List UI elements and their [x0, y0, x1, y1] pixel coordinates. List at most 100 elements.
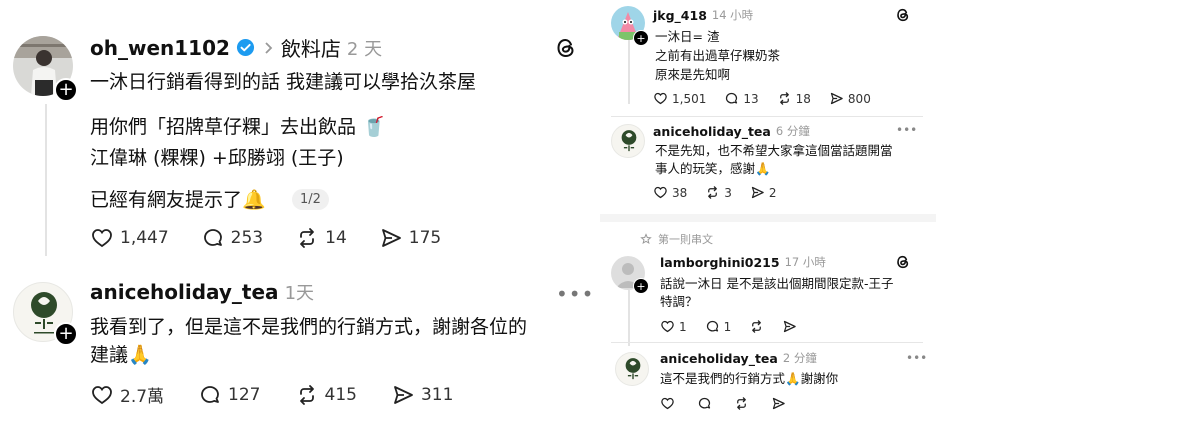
reply-header: aniceholiday_tea 1天: [90, 279, 314, 305]
threads-logo-icon[interactable]: [895, 254, 911, 270]
heart-icon: [90, 383, 114, 407]
share-count: 175: [408, 228, 442, 248]
share-button[interactable]: 800: [829, 91, 871, 106]
reply-count: 1: [723, 319, 732, 334]
reply-text-line: 建議🙏: [90, 344, 152, 366]
like-button[interactable]: [660, 396, 675, 411]
left-screenshot: + oh_wen1102 飲料店 2 天 一沐日行銷看得到的話 我建議可以學拾汣…: [0, 0, 600, 424]
post-header: jkg_418 14 小時: [653, 7, 753, 23]
reply-button[interactable]: 253: [201, 226, 263, 250]
repost-count: 415: [324, 384, 357, 405]
chevron-right-icon: [261, 41, 275, 55]
post-text-line: 一沐日行銷看得到的話 我建議可以學拾汣茶屋: [90, 71, 477, 93]
like-count: 38: [672, 185, 688, 200]
share-button[interactable]: [782, 319, 797, 334]
post-text-line: 話說一沐日 是不是該出個期間限定款-王子: [660, 276, 894, 291]
avatar[interactable]: [615, 352, 649, 386]
username[interactable]: aniceholiday_tea: [653, 124, 771, 139]
username[interactable]: jkg_418: [653, 8, 707, 23]
repost-button[interactable]: 18: [777, 91, 811, 106]
topic-tag[interactable]: 飲料店: [281, 33, 341, 62]
share-icon: [391, 383, 415, 407]
follow-plus-icon[interactable]: +: [54, 78, 78, 102]
comment-icon: [198, 383, 222, 407]
threads-logo-icon[interactable]: [554, 36, 578, 60]
thread-label-text: 第一則串文: [658, 233, 713, 246]
reply-header: aniceholiday_tea 2 分鐘: [660, 350, 817, 366]
post-actions: 1,447 253 14 175: [90, 226, 441, 250]
repost-button[interactable]: 3: [705, 185, 732, 200]
more-icon[interactable]: •••: [896, 123, 917, 137]
heart-icon: [660, 396, 675, 411]
follow-plus-icon[interactable]: +: [633, 30, 649, 46]
reply-text-line: 這不是我們的行銷方式🙏謝謝你: [660, 371, 839, 386]
like-button[interactable]: 1,447: [90, 226, 169, 250]
share-count: 311: [420, 384, 454, 405]
reply-actions: 38 3 2: [653, 185, 777, 200]
post-header: oh_wen1102 飲料店 2 天: [90, 33, 382, 62]
reply-text-line: 事人的玩笑，感謝🙏: [655, 161, 771, 176]
username[interactable]: aniceholiday_tea: [660, 351, 778, 366]
comment-icon: [724, 91, 739, 106]
divider: [611, 116, 923, 117]
more-icon[interactable]: •••: [556, 282, 594, 306]
reply-button[interactable]: 127: [198, 382, 261, 407]
reply-button[interactable]: 13: [724, 91, 759, 106]
share-button[interactable]: 2: [750, 185, 777, 200]
repost-icon: [705, 185, 720, 200]
reply-actions: [660, 396, 786, 411]
repost-icon: [734, 396, 749, 411]
username[interactable]: oh_wen1102: [90, 36, 230, 60]
heart-icon: [90, 226, 114, 250]
like-button[interactable]: 1,501: [653, 91, 706, 106]
follow-plus-icon[interactable]: +: [54, 322, 78, 346]
repost-icon: [295, 226, 319, 250]
right-screenshot: + jkg_418 14 小時 一沐日= 渣 之前有出過草仔粿奶茶 原來是先知啊…: [600, 0, 1200, 424]
reply-count: 253: [230, 228, 264, 248]
post-actions: 1,501 13 18 800: [653, 91, 871, 106]
timestamp: 14 小時: [711, 8, 754, 22]
repost-icon: [777, 91, 792, 106]
reply-button[interactable]: [697, 396, 712, 411]
timestamp: 1天: [284, 283, 315, 304]
follow-plus-icon[interactable]: +: [633, 278, 649, 294]
like-button[interactable]: 1: [660, 319, 687, 334]
timestamp: 2 天: [346, 38, 383, 60]
repost-button[interactable]: [749, 319, 764, 334]
share-button[interactable]: 311: [391, 382, 453, 407]
heart-icon: [653, 185, 668, 200]
heart-icon: [660, 319, 675, 334]
section-gap: [600, 214, 936, 222]
repost-button[interactable]: 14: [295, 226, 347, 250]
like-button[interactable]: 38: [653, 185, 687, 200]
share-icon: [771, 396, 786, 411]
post-text-line: 已經有網友提示了🔔: [90, 189, 266, 211]
username[interactable]: lamborghini0215: [660, 255, 780, 270]
share-button[interactable]: [771, 396, 786, 411]
threads-logo-icon[interactable]: [895, 7, 911, 23]
share-icon: [782, 319, 797, 334]
comment-icon: [697, 396, 712, 411]
like-button[interactable]: 2.7萬: [90, 382, 164, 407]
thread-line: [628, 290, 630, 346]
repost-count: 3: [724, 185, 732, 200]
username[interactable]: aniceholiday_tea: [90, 280, 279, 304]
post-text-line: 江偉琳 (粿粿) +邱勝翊 (王子): [90, 147, 344, 169]
comment-icon: [201, 226, 225, 250]
reply-actions: 2.7萬 127 415 311: [90, 382, 453, 407]
more-icon[interactable]: •••: [906, 351, 927, 365]
avatar[interactable]: [611, 124, 645, 158]
reply-text-line: 不是先知，也不希望大家拿這個當話題開當: [655, 143, 893, 158]
divider: [611, 342, 923, 343]
share-button[interactable]: 175: [379, 226, 441, 250]
reply-count: 127: [228, 384, 261, 405]
post-actions: 1 1: [660, 319, 797, 334]
repost-button[interactable]: [734, 396, 749, 411]
post-text-line: 原來是先知啊: [655, 67, 731, 82]
reply-text-line: 我看到了，但是這不是我們的行銷方式，謝謝各位的: [90, 316, 528, 338]
like-count: 2.7萬: [120, 387, 165, 407]
reply-button[interactable]: 1: [705, 319, 732, 334]
image-pager[interactable]: 1/2: [292, 189, 329, 210]
repost-count: 18: [795, 91, 811, 106]
repost-button[interactable]: 415: [295, 382, 357, 407]
